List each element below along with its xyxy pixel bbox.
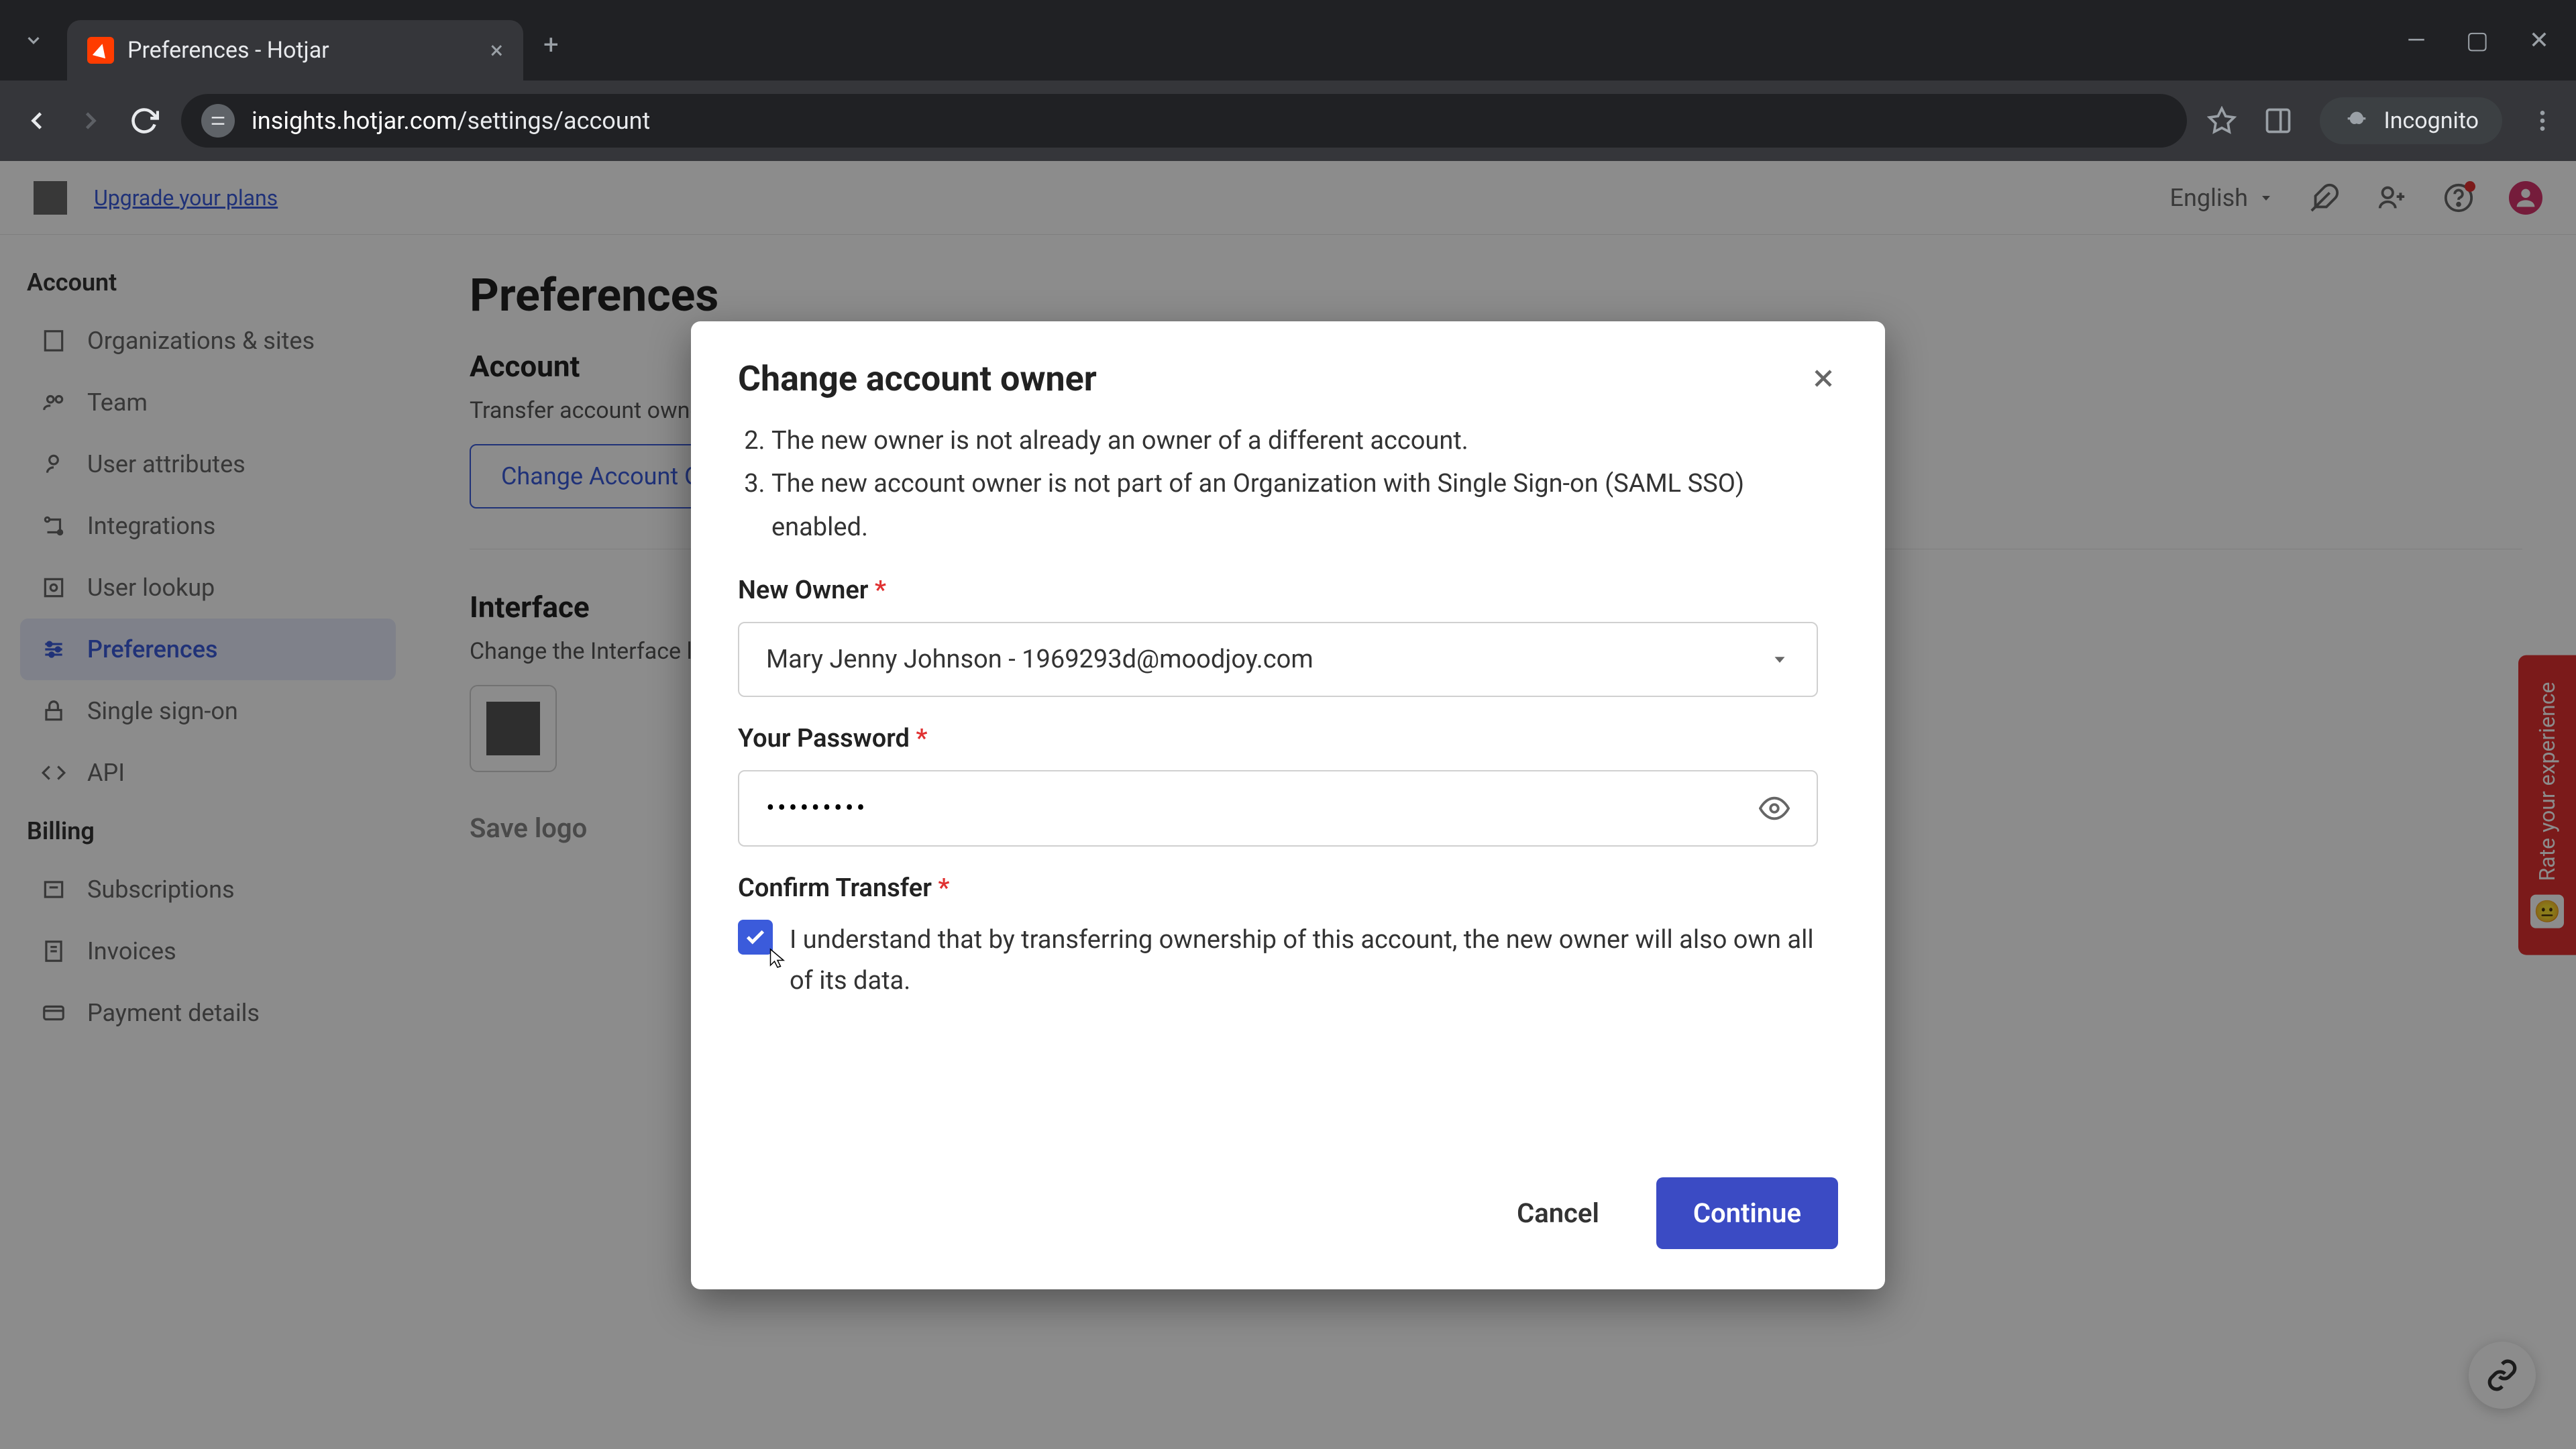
password-field-wrap [738,770,1818,847]
url-input[interactable]: insights.hotjar.com/settings/account [181,94,2187,148]
reload-button[interactable] [127,104,161,138]
continue-button[interactable]: Continue [1656,1177,1838,1249]
new-tab-button[interactable]: + [543,29,559,60]
maximize-icon[interactable]: ▢ [2466,26,2489,54]
minimize-icon[interactable]: — [2407,26,2426,54]
tab-title: Preferences - Hotjar [127,37,477,64]
rule-item-2: The new owner is not already an owner of… [771,419,1818,463]
browser-tab-bar: Preferences - Hotjar × + — ▢ ✕ [0,0,2576,80]
change-owner-modal: Change account owner The new owner is no… [691,321,1885,1289]
caret-down-icon [1770,649,1790,669]
confirm-label: Confirm Transfer * [738,873,1818,903]
modal-overlay[interactable]: Change account owner The new owner is no… [0,161,2576,1449]
forward-button[interactable] [74,104,107,138]
tab-list-dropdown[interactable] [13,20,54,60]
tab-close-icon[interactable]: × [490,36,503,64]
modal-title: Change account owner [738,358,1097,399]
rules-list: The new owner is not already an owner of… [738,419,1818,549]
new-owner-select[interactable]: Mary Jenny Johnson - 1969293d@moodjoy.co… [738,622,1818,697]
side-panel-icon[interactable] [2263,106,2293,136]
app-root: Upgrade your plans English Account [0,161,2576,1449]
cursor-icon [765,947,790,971]
back-button[interactable] [20,104,54,138]
rule-item-3: The new account owner is not part of an … [771,462,1818,549]
confirm-checkbox[interactable] [738,920,773,955]
new-owner-label: New Owner * [738,576,1818,605]
window-controls: — ▢ ✕ [2407,26,2576,54]
browser-tab[interactable]: Preferences - Hotjar × [67,20,523,80]
incognito-label: Incognito [2383,107,2479,134]
close-window-icon[interactable]: ✕ [2529,26,2549,54]
url-text: insights.hotjar.com/settings/account [252,107,650,135]
bookmark-icon[interactable] [2207,106,2237,136]
incognito-indicator[interactable]: Incognito [2320,97,2502,144]
password-label: Your Password * [738,724,1818,753]
new-owner-value: Mary Jenny Johnson - 1969293d@moodjoy.co… [766,645,1313,674]
hotjar-favicon [87,37,114,64]
cancel-button[interactable]: Cancel [1487,1177,1629,1249]
address-bar: insights.hotjar.com/settings/account Inc… [0,80,2576,161]
modal-close-button[interactable] [1809,364,1838,393]
toggle-password-icon[interactable] [1759,793,1790,824]
browser-menu-icon[interactable] [2529,107,2556,134]
modal-scroll-area[interactable]: The new owner is not already an owner of… [738,419,1838,1137]
password-input[interactable] [766,794,1759,823]
site-info-icon[interactable] [201,104,235,138]
confirm-text: I understand that by transferring owners… [790,920,1818,1002]
